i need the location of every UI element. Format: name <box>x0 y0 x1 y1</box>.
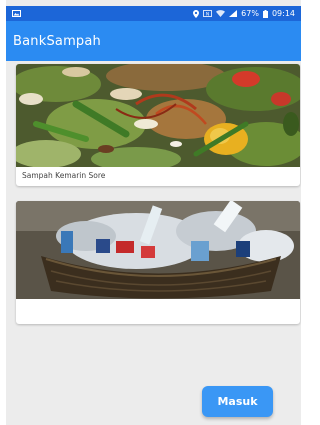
card-food-waste[interactable]: Sampah Kemarin Sore <box>16 64 300 186</box>
masuk-button[interactable]: Masuk <box>202 386 273 417</box>
status-time: 09:14 <box>271 9 295 18</box>
location-icon <box>193 9 200 18</box>
nfc-icon: N <box>203 10 213 17</box>
svg-text:N: N <box>206 11 209 17</box>
battery-percent: 67% <box>241 9 259 18</box>
image-notification-icon <box>12 10 21 17</box>
app-bar: BankSampah <box>6 21 301 61</box>
app-screen: N 67% 09:14 BankSampah Sampah Kemarin So… <box>0 0 301 425</box>
card-trash-basket[interactable] <box>16 201 300 324</box>
app-title: BankSampah <box>13 33 101 49</box>
battery-icon <box>262 9 268 18</box>
card-caption: Sampah Kemarin Sore <box>22 171 106 180</box>
card-list[interactable]: Sampah Kemarin Sore Masuk <box>6 61 301 425</box>
food-waste-photo <box>16 64 300 167</box>
trash-basket-photo <box>16 201 300 299</box>
signal-icon <box>229 10 238 17</box>
wifi-icon <box>216 10 226 17</box>
status-bar: N 67% 09:14 <box>6 6 301 21</box>
